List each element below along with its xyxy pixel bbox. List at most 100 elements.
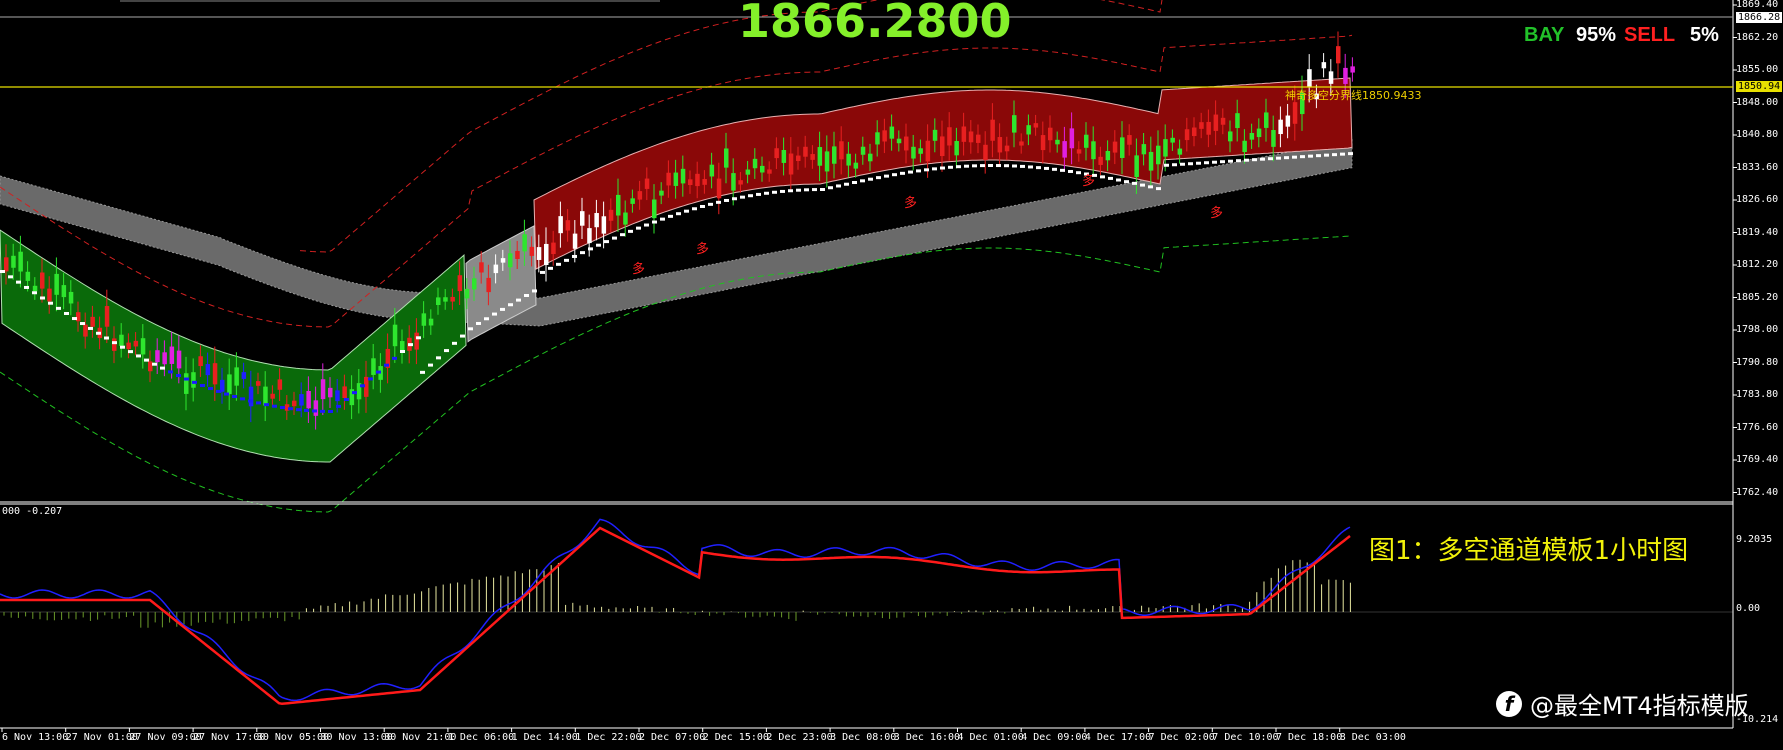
watermark-text: @最全MT4指标模版 (1530, 692, 1749, 720)
trail-dot (160, 366, 165, 370)
candle-body (868, 153, 873, 162)
trail-dot (596, 243, 601, 247)
trail-dot (1244, 158, 1249, 162)
price-tick-label: 1848.00 (1736, 96, 1779, 108)
trail-dot (1228, 159, 1233, 163)
candle-body (1307, 69, 1312, 88)
candle-body (40, 272, 45, 289)
time-tick-label: 7 Dec 10:00 (1212, 732, 1279, 743)
candle-body (875, 132, 880, 145)
trail-dot (860, 179, 865, 183)
candle-body (760, 165, 765, 173)
candle-body (587, 228, 592, 244)
candle-body (544, 243, 549, 266)
time-tick-label: 1 Dec 06:00 (447, 732, 515, 743)
candle-body (176, 350, 182, 369)
candle-body (1206, 121, 1211, 135)
trail-dot (288, 407, 293, 411)
trail-dot (748, 194, 753, 198)
candle-body (18, 251, 23, 272)
trail-dot (1308, 154, 1313, 158)
candle-body (472, 278, 477, 290)
trail-dot (24, 285, 29, 289)
candle-body (601, 216, 607, 234)
candle-body (299, 394, 304, 406)
candle-body (889, 126, 895, 139)
candle-body (1163, 139, 1168, 157)
trail-dot (272, 404, 277, 408)
candle-body (896, 138, 902, 144)
sell-label: SELL (1624, 24, 1676, 46)
trail-dot (612, 236, 617, 240)
time-tick-label: 27 Nov 01:00 (65, 732, 138, 743)
candle-body (47, 288, 52, 302)
trail-dot (956, 165, 961, 169)
candle-body (500, 258, 506, 263)
candle-body (1127, 135, 1132, 145)
candle-body (695, 173, 700, 187)
candle-body (1148, 151, 1154, 171)
trail-dot (344, 398, 349, 401)
trail-dot (484, 317, 489, 321)
trail-dot (500, 307, 505, 311)
candle-body (522, 234, 527, 252)
trail-dot (1284, 156, 1289, 160)
trail-dot (652, 220, 657, 224)
trail-dot (368, 377, 373, 381)
candle-body (1285, 115, 1291, 127)
trail-dot (1020, 164, 1025, 168)
trail-dot (1204, 161, 1209, 165)
trail-dot (80, 322, 85, 326)
trail-dot (932, 167, 937, 171)
candle-body (594, 213, 599, 228)
trail-dot (336, 404, 341, 408)
trail-dot (420, 370, 425, 374)
trail-dot (8, 275, 13, 279)
candle-body (911, 146, 916, 159)
buy-signal-marker: 多 (632, 262, 646, 277)
candle-body (817, 147, 823, 166)
trail-dot (676, 212, 681, 216)
watermark: f @最全MT4指标模版 (1496, 686, 1749, 721)
candle-body (1141, 144, 1147, 155)
indicator-tick-label: 0.00 (1736, 603, 1761, 614)
price-tick-label: 1769.40 (1736, 454, 1779, 465)
trail-dot (1108, 176, 1113, 180)
price-tick-label: 1869.40 (1736, 0, 1779, 10)
trail-dot (360, 384, 365, 388)
candle-body (421, 313, 427, 326)
candle-body (738, 180, 743, 185)
time-tick-label: 4 Dec 01:00 (957, 732, 1024, 743)
current-price-box: 1866.28 (1736, 12, 1783, 23)
trail-dot (1180, 162, 1185, 166)
candle-body (1040, 135, 1046, 151)
candle-body (1343, 67, 1348, 84)
trail-dot (852, 181, 857, 185)
candle-body (608, 209, 614, 221)
trail-dot (168, 370, 173, 374)
candle-body (932, 129, 938, 141)
candle-body (1062, 141, 1067, 158)
trail-dot (636, 226, 641, 230)
price-tick-label: 1812.20 (1736, 259, 1779, 270)
trail-dot (724, 198, 729, 202)
price-tick-label: 1826.60 (1736, 194, 1779, 205)
trail-dot (1268, 157, 1273, 161)
candle-body (1199, 122, 1204, 129)
candle-body (198, 356, 203, 367)
candle-body (335, 390, 340, 402)
trail-dot (844, 182, 849, 186)
candle-body (724, 148, 729, 168)
trail-dot (1172, 163, 1177, 167)
time-tick-label: 4 Dec 17:00 (1084, 732, 1152, 743)
candle-body (133, 340, 139, 347)
candle-body (904, 136, 909, 151)
trail-dot (408, 343, 413, 347)
price-chart[interactable] (0, 0, 1783, 750)
trail-dot (248, 399, 253, 403)
trail-dot (184, 377, 189, 381)
candle-body (1048, 127, 1053, 141)
candle-body (1084, 134, 1089, 148)
trail-dot (128, 350, 133, 354)
indicator-tick-label: 9.2035 (1736, 534, 1773, 545)
